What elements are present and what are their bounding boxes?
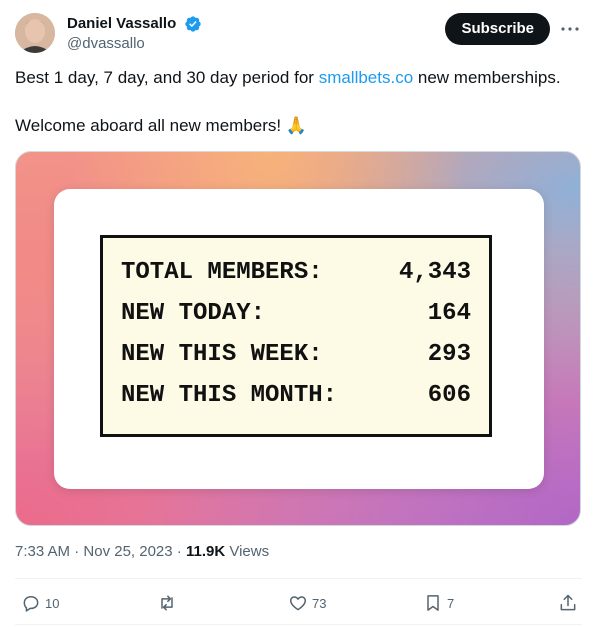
membership-stats-box: TOTAL MEMBERS: 4,343 NEW TODAY: 164 NEW … (100, 235, 492, 437)
stat-value: 4,343 (398, 259, 471, 286)
heart-icon (289, 596, 307, 611)
stat-label: NEW TODAY: (121, 300, 266, 327)
bookmark-count: 7 (447, 595, 455, 611)
tweet-meta: 7:33 AM · Nov 25, 2023 · 11.9K Views (15, 543, 270, 560)
action-bar: 10 73 7 (15, 590, 582, 616)
image-card: TOTAL MEMBERS: 4,343 NEW TODAY: 164 NEW … (54, 189, 544, 489)
reply-count: 10 (45, 595, 60, 611)
stat-row-month: NEW THIS MONTH: 606 (121, 381, 471, 411)
like-count: 73 (312, 595, 327, 611)
divider (15, 578, 582, 579)
tweet-time[interactable]: 7:33 AM (15, 543, 70, 560)
reply-button[interactable]: 10 (21, 590, 59, 616)
share-button[interactable] (558, 590, 578, 616)
tweet-line-2: Welcome aboard all new members! 🙏 (15, 116, 308, 135)
views-count[interactable]: 11.9K (186, 543, 225, 560)
stat-value: 293 (427, 341, 471, 368)
more-options-icon[interactable] (558, 17, 582, 41)
author-handle[interactable]: @dvassallo (67, 34, 202, 54)
subscribe-button[interactable]: Subscribe (445, 13, 550, 45)
stat-row-total: TOTAL MEMBERS: 4,343 (121, 258, 471, 288)
tweet-date[interactable]: Nov 25, 2023 (83, 543, 172, 560)
stat-row-week: NEW THIS WEEK: 293 (121, 340, 471, 370)
views-label: Views (225, 543, 270, 560)
divider (15, 624, 582, 625)
stat-label: NEW THIS WEEK: (121, 341, 323, 368)
avatar[interactable] (15, 13, 55, 53)
stat-label: TOTAL MEMBERS: (121, 259, 323, 286)
stat-value: 606 (427, 382, 471, 409)
tweet-image[interactable]: TOTAL MEMBERS: 4,343 NEW TODAY: 164 NEW … (15, 151, 581, 526)
repost-icon (161, 595, 173, 611)
tweet-line-1: Best 1 day, 7 day, and 30 day period for… (15, 68, 561, 87)
tweet-header: Daniel Vassallo @dvassallo Subscribe (15, 13, 582, 57)
like-button[interactable]: 73 (288, 590, 326, 616)
reply-icon (23, 596, 39, 612)
repost-button[interactable] (157, 590, 181, 616)
stat-value: 164 (427, 300, 471, 327)
stat-row-today: NEW TODAY: 164 (121, 299, 471, 329)
bookmark-icon (427, 595, 439, 611)
share-icon (560, 594, 576, 611)
smallbets-link[interactable]: smallbets.co (319, 68, 413, 87)
bookmark-button[interactable]: 7 (423, 590, 454, 616)
verified-badge-icon (185, 16, 201, 32)
stat-label: NEW THIS MONTH: (121, 382, 338, 409)
tweet-text: Best 1 day, 7 day, and 30 day period for… (15, 66, 582, 138)
author-name[interactable]: Daniel Vassallo (67, 14, 176, 34)
